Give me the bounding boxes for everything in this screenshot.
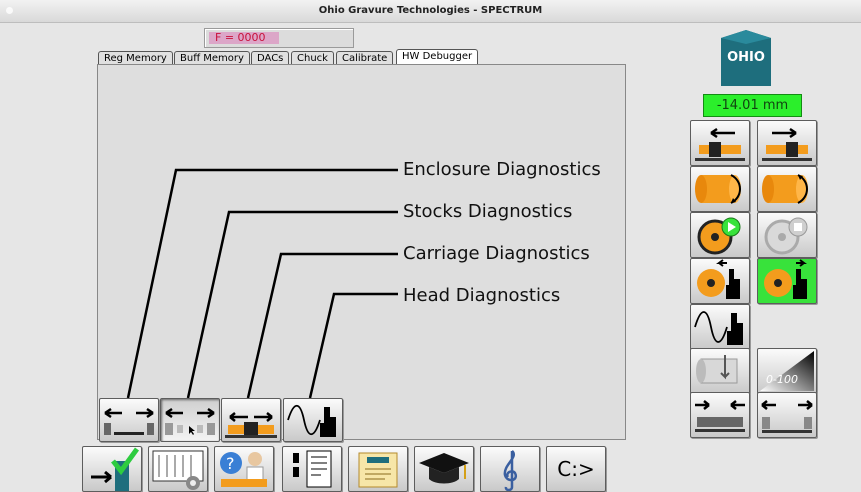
exit-icon [91, 447, 140, 491]
cylinder-rotate-ccw-icon [695, 174, 741, 204]
settings-graph-icon [152, 450, 204, 490]
document-button[interactable] [282, 446, 342, 492]
cylinder-hand-left-icon [697, 259, 740, 299]
head-diagnostics-label: Head Diagnostics [403, 285, 561, 306]
stocks-in-button[interactable] [690, 392, 750, 438]
gradient-0-100-icon: 0-100 [760, 351, 814, 391]
svg-text:?: ? [226, 454, 235, 473]
ohio-logo: OHIO [721, 30, 771, 86]
stocks-diagnostics-button[interactable] [160, 398, 220, 442]
position-readout: -14.01 mm [703, 94, 802, 117]
exit-button[interactable] [82, 446, 142, 492]
cylinder-play-button[interactable] [690, 212, 750, 258]
carriage-left-button[interactable] [690, 120, 750, 166]
settings-graph-button[interactable] [148, 446, 208, 492]
music-clef-icon [503, 450, 518, 491]
carriage-icon [225, 412, 277, 438]
cylinder-hand-right-button[interactable] [757, 258, 817, 304]
carriage-right-icon [762, 127, 812, 161]
cylinder-depth-button[interactable] [690, 348, 750, 394]
head-wave-icon [287, 404, 336, 437]
music-clef-button[interactable] [480, 446, 540, 492]
head-diagnostics-button[interactable] [283, 398, 343, 442]
cylinder-rotate-cw-icon [762, 174, 808, 204]
graduation-cap-icon [419, 453, 469, 484]
wave-hand-button[interactable] [690, 304, 750, 350]
cylinder-hand-right-icon [764, 259, 807, 299]
stocks-out-button[interactable] [757, 392, 817, 438]
enclosure-diagnostics-label: Enclosure Diagnostics [403, 159, 601, 180]
cylinder-hand-left-button[interactable] [690, 258, 750, 304]
cylinder-rotate-cw-button[interactable] [757, 166, 817, 212]
cylinder-stop-button[interactable] [757, 212, 817, 258]
stocks-icon [165, 407, 215, 435]
command-prompt-icon: C:> [557, 457, 595, 481]
enclosure-icon [104, 407, 154, 435]
carriage-right-button[interactable] [757, 120, 817, 166]
svg-text:0-100: 0-100 [766, 373, 798, 386]
stocks-in-icon [695, 400, 745, 432]
cylinder-depth-icon [696, 355, 738, 384]
ohio-logo-text: OHIO [727, 50, 765, 65]
stocks-out-icon [761, 400, 813, 433]
cylinder-rotate-ccw-button[interactable] [690, 166, 750, 212]
cylinder-stop-icon [764, 217, 808, 255]
wave-hand-icon [694, 311, 743, 345]
cylinder-play-icon [697, 217, 741, 255]
enclosure-diagnostics-button[interactable] [99, 398, 159, 442]
help-button[interactable]: ? [214, 446, 274, 492]
carriage-left-icon [695, 127, 745, 161]
help-icon: ? [220, 452, 267, 487]
diploma-button[interactable] [348, 446, 408, 492]
carriage-diagnostics-label: Carriage Diagnostics [403, 243, 590, 264]
gradient-0-100-button[interactable]: 0-100 [757, 348, 817, 394]
document-icon [293, 450, 332, 488]
diploma-icon [358, 452, 398, 488]
command-prompt-button[interactable]: C:> [546, 446, 606, 492]
graduation-cap-button[interactable] [414, 446, 474, 492]
stocks-diagnostics-label: Stocks Diagnostics [403, 201, 573, 222]
carriage-diagnostics-button[interactable] [221, 398, 281, 442]
